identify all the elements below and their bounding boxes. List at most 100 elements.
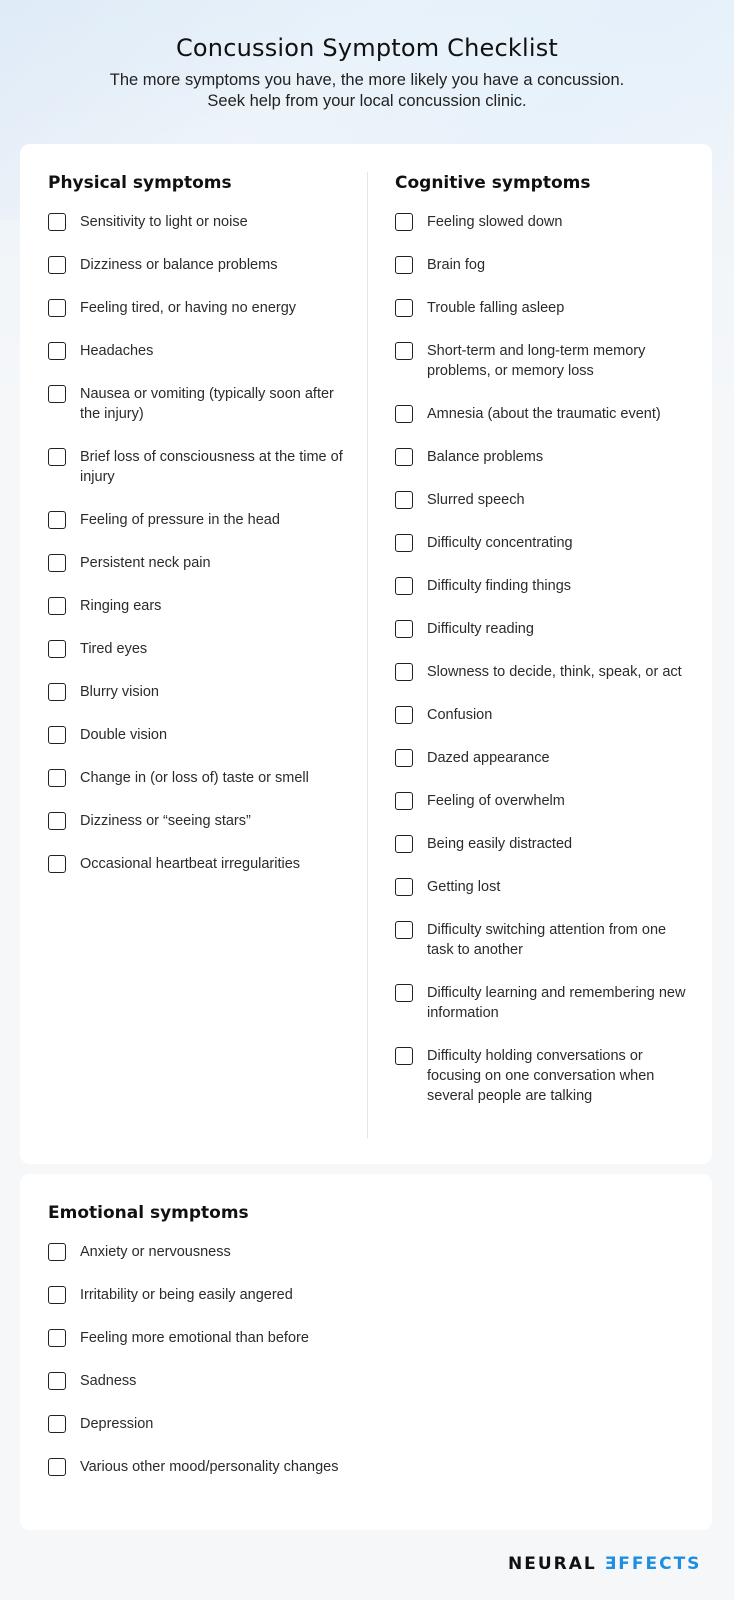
checklist-item-label: Balance problems — [427, 449, 544, 465]
checkbox-icon[interactable] — [48, 385, 66, 403]
checkbox-icon[interactable] — [48, 554, 66, 572]
checklist-item[interactable]: Brief loss of consciousness at the time … — [48, 447, 348, 487]
checkbox-icon[interactable] — [395, 342, 413, 360]
checkbox-icon[interactable] — [48, 597, 66, 615]
checklist-item[interactable]: Getting lost — [395, 877, 695, 897]
checkbox-icon[interactable] — [48, 299, 66, 317]
checklist-item[interactable]: Difficulty switching attention from one … — [395, 920, 695, 960]
checklist-item[interactable]: Balance problems — [395, 447, 695, 467]
checklist-item[interactable]: Sadness — [48, 1371, 668, 1391]
checklist-item-label: Difficulty reading — [427, 621, 534, 637]
checklist-item[interactable]: Headaches — [48, 341, 348, 361]
checkbox-icon[interactable] — [48, 256, 66, 274]
checkbox-icon[interactable] — [48, 769, 66, 787]
checkbox-icon[interactable] — [48, 213, 66, 231]
checkbox-icon[interactable] — [48, 1329, 66, 1347]
checkbox-icon[interactable] — [395, 448, 413, 466]
checkbox-icon[interactable] — [48, 1372, 66, 1390]
checklist-item[interactable]: Sensitivity to light or noise — [48, 212, 348, 232]
checklist-item[interactable]: Being easily distracted — [395, 834, 695, 854]
checkbox-icon[interactable] — [48, 342, 66, 360]
checkbox-icon[interactable] — [395, 577, 413, 595]
cognitive-symptoms-list: Feeling slowed down Brain fog Trouble fall… — [395, 212, 695, 1106]
checkbox-icon[interactable] — [48, 1458, 66, 1476]
checklist-item[interactable]: Feeling of pressure in the head — [48, 510, 348, 530]
checklist-item[interactable]: Blurry vision — [48, 682, 348, 702]
checklist-item[interactable]: Amnesia (about the traumatic event) — [395, 404, 695, 424]
checklist-item[interactable]: Slurred speech — [395, 490, 695, 510]
checklist-item-label: Sensitivity to light or noise — [80, 214, 248, 230]
subtitle-line-2: Seek help from your local concussion cli… — [207, 92, 527, 110]
physical-symptoms-section: Physical symptoms Sensitivity to light o… — [48, 170, 348, 897]
checklist-item[interactable]: Feeling tired, or having no energy — [48, 298, 348, 318]
checkbox-icon[interactable] — [395, 213, 413, 231]
checklist-item[interactable]: Tired eyes — [48, 639, 348, 659]
checkbox-icon[interactable] — [395, 984, 413, 1002]
checklist-item[interactable]: Feeling more emotional than before — [48, 1328, 668, 1348]
checkbox-icon[interactable] — [48, 1286, 66, 1304]
checklist-item-label: Change in (or loss of) taste or smell — [80, 770, 309, 786]
checkbox-icon[interactable] — [395, 620, 413, 638]
checkbox-icon[interactable] — [395, 921, 413, 939]
checklist-item-label: Tired eyes — [80, 641, 148, 657]
subtitle-line-1: The more symptoms you have, the more lik… — [109, 71, 625, 89]
checkbox-icon[interactable] — [48, 683, 66, 701]
checklist-item[interactable]: Slowness to decide, think, speak, or act — [395, 662, 695, 682]
checklist-item[interactable]: Depression — [48, 1414, 668, 1434]
checklist-item[interactable]: Double vision — [48, 725, 348, 745]
checkbox-icon[interactable] — [395, 663, 413, 681]
checkbox-icon[interactable] — [395, 256, 413, 274]
checklist-item[interactable]: Difficulty holding conversations or focu… — [395, 1046, 695, 1106]
checkbox-icon[interactable] — [48, 448, 66, 466]
physical-symptoms-list: Sensitivity to light or noise Dizziness o… — [48, 212, 348, 874]
checklist-item[interactable]: Difficulty concentrating — [395, 533, 695, 553]
checklist-item[interactable]: Short-term and long-term memory problems… — [395, 341, 695, 381]
checkbox-icon[interactable] — [395, 835, 413, 853]
checklist-item-label: Confusion — [427, 707, 493, 723]
checkbox-icon[interactable] — [48, 1415, 66, 1433]
checklist-item[interactable]: Various other mood/personality changes — [48, 1457, 668, 1477]
checklist-item-label: Headaches — [80, 343, 154, 359]
checklist-item[interactable]: Nausea or vomiting (typically soon after… — [48, 384, 348, 424]
checklist-item[interactable]: Feeling slowed down — [395, 212, 695, 232]
checkbox-icon[interactable] — [395, 491, 413, 509]
checklist-item-label: Double vision — [80, 727, 168, 743]
emotional-symptoms-section: Emotional symptoms Anxiety or nervousnes… — [48, 1200, 668, 1500]
checkbox-icon[interactable] — [395, 405, 413, 423]
checklist-item[interactable]: Dizziness or balance problems — [48, 255, 348, 275]
checklist-item[interactable]: Brain fog — [395, 255, 695, 275]
checklist-item[interactable]: Feeling of overwhelm — [395, 791, 695, 811]
checklist-item[interactable]: Occasional heartbeat irregularities — [48, 854, 348, 874]
checklist-item[interactable]: Irritability or being easily angered — [48, 1285, 668, 1305]
checklist-item-label: Feeling of pressure in the head — [80, 512, 280, 528]
checklist-item[interactable]: Confusion — [395, 705, 695, 725]
checkbox-icon[interactable] — [48, 726, 66, 744]
checkbox-icon[interactable] — [48, 812, 66, 830]
checkbox-icon[interactable] — [48, 855, 66, 873]
checklist-item-label: Slowness to decide, think, speak, or act — [427, 664, 682, 680]
checkbox-icon[interactable] — [395, 792, 413, 810]
checklist-item[interactable]: Change in (or loss of) taste or smell — [48, 768, 348, 788]
checkbox-icon[interactable] — [48, 640, 66, 658]
checklist-item[interactable]: Difficulty reading — [395, 619, 695, 639]
checklist-item-label: Blurry vision — [80, 684, 159, 700]
checkbox-icon[interactable] — [395, 534, 413, 552]
logo-word-effects: ƎFFECTS — [604, 1554, 702, 1574]
checklist-item-label: Brief loss of consciousness at the time … — [80, 449, 343, 485]
checklist-item[interactable]: Trouble falling asleep — [395, 298, 695, 318]
checkbox-icon[interactable] — [48, 1243, 66, 1261]
checklist-item[interactable]: Dizziness or “seeing stars” — [48, 811, 348, 831]
checklist-item[interactable]: Dazed appearance — [395, 748, 695, 768]
checkbox-icon[interactable] — [48, 511, 66, 529]
checkbox-icon[interactable] — [395, 706, 413, 724]
checklist-item[interactable]: Persistent neck pain — [48, 553, 348, 573]
checklist-item[interactable]: Difficulty finding things — [395, 576, 695, 596]
checklist-item[interactable]: Anxiety or nervousness — [48, 1242, 668, 1262]
checklist-item[interactable]: Ringing ears — [48, 596, 348, 616]
checkbox-icon[interactable] — [395, 878, 413, 896]
checklist-item[interactable]: Difficulty learning and remembering new … — [395, 983, 695, 1023]
checkbox-icon[interactable] — [395, 749, 413, 767]
checkbox-icon[interactable] — [395, 299, 413, 317]
checklist-item-label: Ringing ears — [80, 598, 162, 614]
checkbox-icon[interactable] — [395, 1047, 413, 1065]
